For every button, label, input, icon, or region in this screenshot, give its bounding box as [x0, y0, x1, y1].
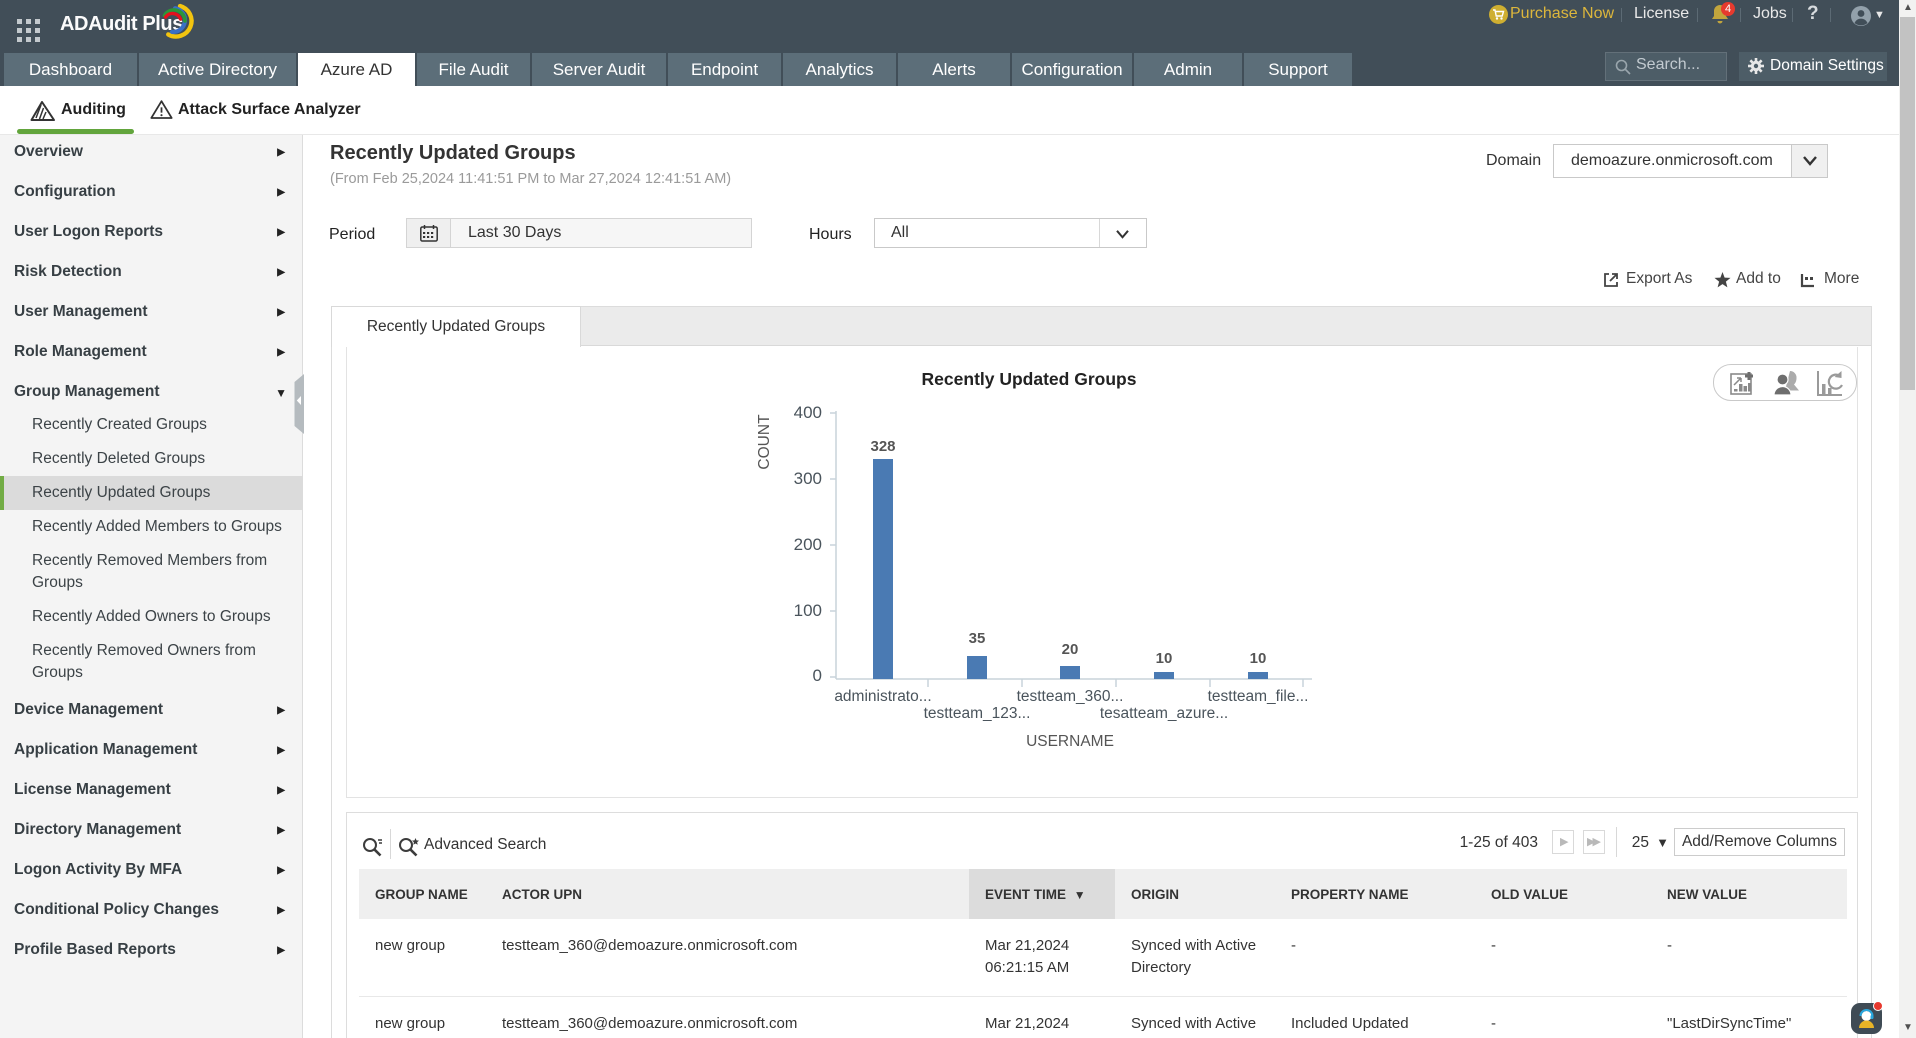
svg-text:tesatteam_azure...: tesatteam_azure... — [1100, 705, 1228, 722]
svg-text:testteam_360...: testteam_360... — [1017, 688, 1124, 705]
svg-text:400: 400 — [794, 403, 822, 422]
svg-text:10: 10 — [1156, 650, 1173, 667]
svg-text:USERNAME: USERNAME — [1026, 733, 1114, 750]
svg-text:testteam_file...: testteam_file... — [1208, 688, 1309, 705]
svg-text:200: 200 — [794, 535, 822, 554]
svg-text:328: 328 — [870, 438, 895, 455]
svg-text:COUNT: COUNT — [756, 414, 773, 470]
svg-text:0: 0 — [813, 666, 822, 685]
svg-text:testteam_123...: testteam_123... — [924, 705, 1031, 722]
svg-text:20: 20 — [1062, 641, 1079, 658]
svg-text:administrato...: administrato... — [834, 688, 931, 705]
svg-text:35: 35 — [969, 630, 986, 647]
svg-text:10: 10 — [1250, 650, 1267, 667]
svg-text:100: 100 — [794, 601, 822, 620]
svg-text:300: 300 — [794, 469, 822, 488]
